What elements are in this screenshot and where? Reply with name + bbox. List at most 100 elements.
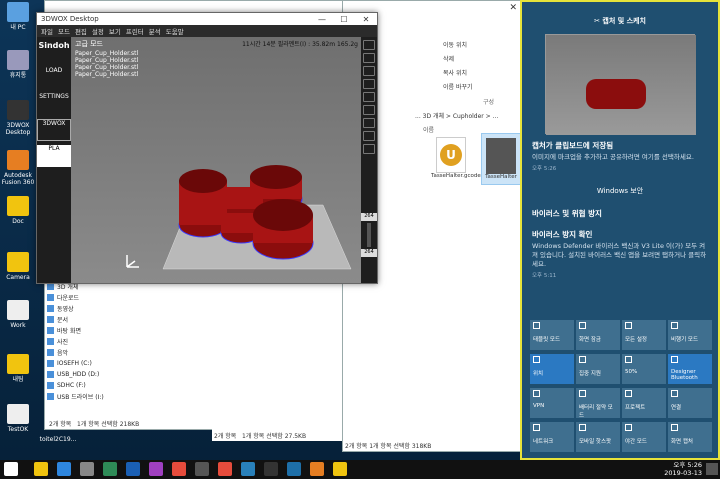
- left-toolbar-item[interactable]: LOAD: [37, 67, 71, 89]
- quick-action-tile[interactable]: 50%: [622, 354, 666, 384]
- title-bar[interactable]: 3DWOX Desktop — ☐ ✕: [37, 13, 377, 25]
- ribbon-button[interactable]: 이동 위치: [443, 39, 521, 53]
- desktop-icon[interactable]: Work: [0, 300, 36, 329]
- notification-body[interactable]: 이미지에 마크업을 추가하고 공유하려면 여기를 선택하세요.: [522, 151, 718, 164]
- left-toolbar-item[interactable]: SETTINGS: [37, 93, 71, 115]
- ribbon-button[interactable]: 복사 위치: [443, 67, 521, 81]
- left-toolbar-item[interactable]: PLA: [37, 145, 71, 167]
- nav-item[interactable]: 사진: [47, 336, 117, 347]
- desktop-icon[interactable]: Camera: [0, 252, 36, 281]
- view-tool-button[interactable]: [363, 66, 375, 76]
- view-tool-button[interactable]: [363, 105, 375, 115]
- view-tool-button[interactable]: [363, 118, 375, 128]
- menu-item[interactable]: 분석: [149, 26, 161, 36]
- taskbar-app-icon[interactable]: [310, 462, 324, 476]
- desktop-icon[interactable]: 내팀: [0, 354, 36, 383]
- menu-item[interactable]: 파일: [41, 26, 53, 36]
- quick-action-tile[interactable]: 화면 잠금: [576, 320, 620, 350]
- quick-action-tile[interactable]: 집중 지원: [576, 354, 620, 384]
- nav-item[interactable]: 바탕 화면: [47, 325, 117, 336]
- file-item-gcode[interactable]: U TasseHalter.gcode: [431, 137, 481, 179]
- quick-action-tile[interactable]: 야간 모드: [622, 422, 666, 452]
- quick-action-tile[interactable]: 프로젝트: [622, 388, 666, 418]
- quick-action-tile[interactable]: 네트워크: [530, 422, 574, 452]
- view-tool-button[interactable]: [363, 40, 375, 50]
- nav-item[interactable]: 동영상: [47, 303, 117, 314]
- 3dwox-desktop-window[interactable]: 3DWOX Desktop — ☐ ✕ 파일 모드 편집 설정 보기 프린터 분석 도움말 S…: [36, 12, 378, 284]
- quick-action-tile[interactable]: 연결: [668, 388, 712, 418]
- desktop-icon[interactable]: Autodesk Fusion 360: [0, 150, 36, 186]
- desktop-icon[interactable]: TestOK: [0, 404, 36, 433]
- taskbar-app-icon[interactable]: [241, 462, 255, 476]
- taskbar-app-icon[interactable]: [149, 462, 163, 476]
- left-toolbar-item[interactable]: 3DWOX: [37, 119, 71, 141]
- start-icon[interactable]: [4, 462, 18, 476]
- action-center-icon[interactable]: [706, 463, 718, 475]
- taskbar-app-icon[interactable]: [287, 462, 301, 476]
- quick-action-tile[interactable]: 비행기 모드: [668, 320, 712, 350]
- notification-title[interactable]: 바이러스 및 위협 방지: [522, 208, 718, 219]
- pictures-icon: [47, 338, 54, 345]
- view-tool-button[interactable]: [363, 131, 375, 141]
- quick-action-tile[interactable]: 화면 캡처: [668, 422, 712, 452]
- menu-item[interactable]: 모드: [58, 26, 70, 36]
- menu-item[interactable]: 도움말: [166, 26, 184, 36]
- left-toolbar-item[interactable]: Sindoh: [37, 41, 71, 63]
- ribbon-button[interactable]: 이름 바꾸기: [443, 81, 521, 95]
- nav-item[interactable]: 음악: [47, 347, 117, 358]
- nav-item[interactable]: 문서: [47, 314, 117, 325]
- desktop-icon[interactable]: 내 PC: [0, 2, 36, 31]
- taskbar-app-icon[interactable]: [57, 462, 71, 476]
- column-header-name[interactable]: 이름: [423, 125, 434, 134]
- notification-body[interactable]: Windows Defender 바이러스 백신과 V3 Lite 이(가) 모…: [522, 240, 718, 271]
- 3d-viewport[interactable]: 고급 모드 Paper_Cup_Holder.stl Paper_Cup_Hold…: [71, 37, 361, 283]
- view-tool-button[interactable]: [363, 53, 375, 63]
- notification-title[interactable]: 캡처가 클립보드에 저장됨: [522, 140, 718, 151]
- clock[interactable]: 오후 5:26 2019-03-13: [664, 461, 702, 477]
- quick-action-tile[interactable]: 배터리 절약 모드: [576, 388, 620, 419]
- desktop-icon[interactable]: 3DWOX Desktop: [0, 100, 36, 136]
- taskbar-app-icon[interactable]: [264, 462, 278, 476]
- tile-label: 50%: [625, 369, 638, 375]
- nav-item[interactable]: SDHC (F:): [47, 380, 117, 391]
- menu-item[interactable]: 프린터: [126, 26, 144, 36]
- file-item-selected[interactable]: TasseHalter: [481, 133, 521, 185]
- notification-title[interactable]: 바이러스 방지 확인: [522, 229, 718, 240]
- right-toolbar: 264 264: [361, 37, 377, 283]
- nav-item[interactable]: USB 드라이브 (I:): [47, 391, 117, 402]
- nav-item[interactable]: USB_HDD (D:): [47, 369, 117, 380]
- taskbar-app-icon[interactable]: [218, 462, 232, 476]
- menu-item[interactable]: 보기: [109, 26, 121, 36]
- quick-action-tile[interactable]: 태블릿 모드: [530, 320, 574, 350]
- taskbar-app-icon[interactable]: [103, 462, 117, 476]
- quick-action-tile[interactable]: 모바일 핫스팟: [576, 422, 620, 452]
- taskbar-app-icon[interactable]: [126, 462, 140, 476]
- minimize-icon[interactable]: —: [311, 13, 333, 25]
- quick-action-tile[interactable]: Designer Bluetooth: [668, 354, 712, 384]
- taskbar-app-icon[interactable]: [195, 462, 209, 476]
- nav-item[interactable]: IOSEFH (C:): [47, 358, 117, 369]
- close-icon[interactable]: ✕: [509, 3, 517, 13]
- breadcrumb[interactable]: ... 3D 개체 > Cupholder > ...: [415, 111, 521, 120]
- taskbar-app-icon[interactable]: [333, 462, 347, 476]
- quick-action-tile[interactable]: 위치: [530, 354, 574, 384]
- layer-slider[interactable]: [367, 223, 371, 247]
- quick-action-tile[interactable]: 모든 설정: [622, 320, 666, 350]
- tile-label: VPN: [533, 403, 545, 409]
- view-tool-button[interactable]: [363, 144, 375, 154]
- nav-item[interactable]: 다운로드: [47, 292, 117, 303]
- taskbar-app-icon[interactable]: [172, 462, 186, 476]
- maximize-icon[interactable]: ☐: [333, 13, 355, 25]
- capture-thumbnail[interactable]: [545, 34, 696, 135]
- menu-item[interactable]: 편집: [75, 26, 87, 36]
- view-tool-button[interactable]: [363, 92, 375, 102]
- menu-item[interactable]: 설정: [92, 26, 104, 36]
- desktop-icon[interactable]: Doc: [0, 196, 36, 225]
- taskbar-app-icon[interactable]: [34, 462, 48, 476]
- taskbar-app-icon[interactable]: [80, 462, 94, 476]
- desktop-icon[interactable]: 휴지통: [0, 50, 36, 79]
- ribbon-button[interactable]: 삭제: [443, 53, 521, 67]
- close-icon[interactable]: ✕: [355, 13, 377, 25]
- quick-action-tile[interactable]: VPN: [530, 388, 574, 418]
- view-tool-button[interactable]: [363, 79, 375, 89]
